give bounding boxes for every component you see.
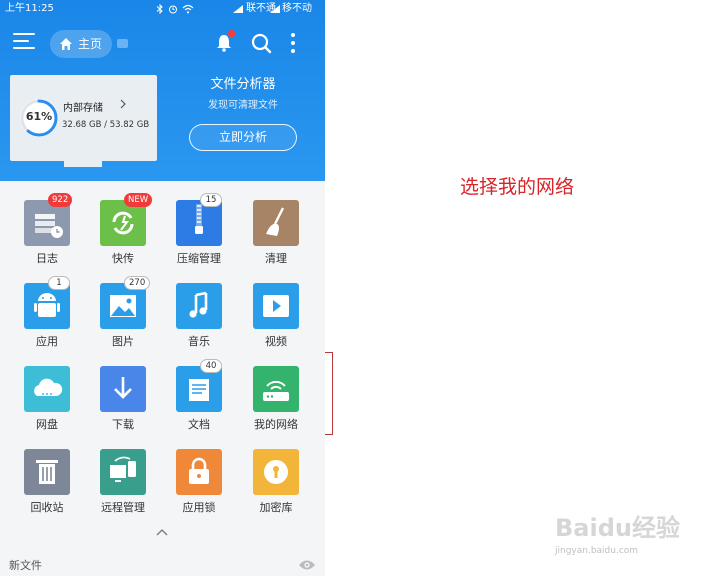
music-icon [176,283,222,329]
count-badge: 15 [200,193,222,207]
storage-percent: 61% [25,110,53,123]
home-tab[interactable]: 主页 [50,30,112,58]
tile-video[interactable]: 视频 [242,281,310,357]
tile-label: 远程管理 [101,501,145,514]
status-bar: 上午11:25 联不通 移不动 [0,0,325,18]
tab-switcher-icon[interactable] [117,39,128,48]
tile-label: 网盘 [36,418,58,431]
new-files-label: 新文件 [9,559,42,572]
tile-label: 加密库 [259,501,293,514]
tile-label: 视频 [265,335,287,348]
trash-icon [24,449,70,495]
storage-size: 32.68 GB / 53.82 GB [62,120,150,130]
count-badge: 1 [48,276,70,290]
tile-document[interactable]: 40 文档 [165,359,233,440]
tile-vault[interactable]: 加密库 [242,447,310,523]
chevron-up-icon[interactable] [155,528,169,537]
chevron-right-icon [120,99,126,109]
tile-label: 我的网络 [254,418,298,431]
count-badge: 922 [48,193,73,207]
download-icon [100,366,146,412]
vault-icon [253,449,299,495]
tile-broom[interactable]: 清理 [242,198,310,274]
tile-label: 文档 [188,418,210,431]
tile-zip[interactable]: 15 压缩管理 [165,193,233,274]
tile-router[interactable]: 我的网络 [242,364,310,440]
count-badge: 40 [200,359,222,373]
tile-remote[interactable]: 远程管理 [89,447,157,523]
watermark: Baidu经验 jingyan.baidu.com [545,508,695,568]
highlight-bracket [325,352,333,435]
tile-label: 应用锁 [182,501,216,514]
signal-icon [233,5,243,13]
status-carrier-2: 移不动 [282,3,312,14]
tile-label: 清理 [265,252,287,265]
annotation-text: 选择我的网络 [460,176,575,198]
broom-icon [253,200,299,246]
count-badge: NEW [124,193,153,207]
eye-icon[interactable] [298,559,316,571]
tile-label: 回收站 [30,501,64,514]
tile-trash[interactable]: 回收站 [13,447,81,523]
top-app-bar: 主页 [0,18,325,68]
video-icon [253,283,299,329]
count-badge: 270 [124,276,151,290]
search-icon[interactable] [249,31,273,55]
tile-music[interactable]: 音乐 [165,281,233,357]
status-time: 上午11:25 [5,3,54,14]
tile-label: 应用 [36,335,58,348]
screenshot-canvas: 上午11:25 联不通 移不动 主页 61% 内部存储 32.68 GB / 5… [0,0,720,576]
tile-label: 音乐 [188,335,210,348]
status-icons [156,4,194,14]
remote-icon [100,449,146,495]
storage-title: 内部存储 [63,103,103,114]
signal-icon [270,5,280,13]
bluetooth-icon [156,4,163,14]
tile-transfer[interactable]: NEW 快传 [89,193,157,274]
wifi-icon [182,4,194,14]
tile-label: 下载 [112,418,134,431]
router-icon [253,366,299,412]
tile-label: 日志 [36,252,58,265]
home-icon [60,38,72,50]
tile-android[interactable]: 1 应用 [13,276,81,357]
tile-lock[interactable]: 应用锁 [165,447,233,523]
internal-storage-card[interactable]: 61% 内部存储 32.68 GB / 53.82 GB [10,75,157,167]
tile-image[interactable]: 270 图片 [89,276,157,357]
cloud-icon [24,366,70,412]
lock-icon [176,449,222,495]
analyze-now-button[interactable]: 立即分析 [189,124,297,151]
tile-cloud[interactable]: 网盘 [13,364,81,440]
tile-download[interactable]: 下载 [89,364,157,440]
watermark-logo: Baidu经验 [555,514,680,542]
alarm-icon [169,5,177,14]
tile-log[interactable]: 922 日志 [13,193,81,274]
menu-icon[interactable] [13,33,35,51]
more-options-icon[interactable] [287,31,299,55]
analyzer-subtitle: 发现可清理文件 [208,100,278,111]
notification-dot [228,30,235,37]
analyzer-title: 文件分析器 [210,77,276,92]
tile-label: 快传 [112,252,134,265]
phone-screen: 上午11:25 联不通 移不动 主页 61% 内部存储 32.68 GB / 5… [0,0,325,576]
tile-label: 图片 [112,335,134,348]
tile-label: 压缩管理 [177,252,221,265]
home-tab-label: 主页 [78,37,103,51]
watermark-url: jingyan.baidu.com [555,546,639,556]
